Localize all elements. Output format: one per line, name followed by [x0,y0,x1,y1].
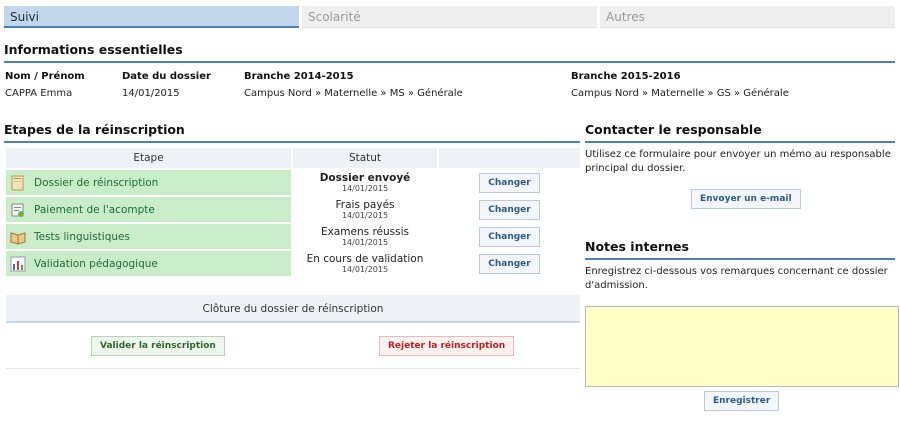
status-cell: En cours de validation 14/01/2015 [293,251,437,276]
date-label: Date du dossier [122,71,211,82]
action-cell: Changer [439,224,580,249]
step-label: Tests linguistiques [34,230,130,243]
name-label: Nom / Prénom [5,71,85,82]
notes-text-line: d'admission. [585,280,648,291]
contact-text-line: Utilisez ce formulaire pour envoyer un m… [585,149,891,160]
tab-bar: Suivi Scolarité Autres [4,6,895,28]
step-cell: Tests linguistiques [6,224,291,249]
send-email-button[interactable]: Envoyer un e-mail [691,189,801,209]
status-date: 14/01/2015 [341,237,389,247]
step-cell: Dossier de réinscription [6,170,291,195]
validate-reinscription-button[interactable]: Valider la réinscription [91,336,225,356]
notes-section-title: Notes internes [585,239,895,260]
action-cell: Changer [439,170,580,195]
column-header-status: Statut [293,148,437,168]
status-date: 14/01/2015 [341,210,389,220]
save-notes-button[interactable]: Enregistrer [704,391,780,411]
status-text: Dossier envoyé [319,171,411,184]
change-button[interactable]: Changer [479,172,540,193]
notes-textarea[interactable] [585,306,899,387]
status-date: 14/01/2015 [341,183,389,193]
contact-section-title: Contacter le responsable [585,122,895,143]
closure-title: Clôture du dossier de réinscription [6,295,580,323]
chart-icon [10,256,26,271]
change-button[interactable]: Changer [479,199,540,220]
status-cell: Dossier envoyé 14/01/2015 [293,170,437,195]
book-icon [10,231,26,245]
action-cell: Changer [439,197,580,222]
payment-icon [11,203,24,217]
step-cell: Paiement de l'acompte [6,197,291,222]
change-button[interactable]: Changer [479,253,540,274]
status-text: Frais payés [335,198,395,211]
steps-table-header: Etape Statut [6,148,580,168]
status-text: En cours de validation [306,252,424,265]
change-button[interactable]: Changer [479,226,540,247]
steps-table: Etape Statut Dossier de réinscription Do… [6,148,580,276]
step-label: Paiement de l'acompte [34,203,155,216]
folder-icon [11,175,24,190]
contact-text: Utilisez ce formulaire pour envoyer un m… [585,148,891,176]
name-value: CAPPA Emma [5,88,73,99]
column-header-step: Etape [6,148,291,168]
branch-2014-value: Campus Nord » Maternelle » MS » Générale [244,88,463,99]
tab-autres[interactable]: Autres [600,6,895,28]
date-value: 14/01/2015 [122,88,180,99]
contact-text-line: principal du dossier. [585,163,686,174]
branch-2014-label: Branche 2014-2015 [244,71,354,82]
action-cell: Changer [439,251,580,276]
reject-reinscription-button[interactable]: Rejeter la réinscription [379,336,515,356]
step-label: Dossier de réinscription [34,176,159,189]
table-row: Dossier de réinscription Dossier envoyé … [6,170,580,195]
status-text: Examens réussis [321,225,409,238]
status-cell: Examens réussis 14/01/2015 [293,224,437,249]
closure-panel: Clôture du dossier de réinscription Vali… [6,295,580,369]
branch-2015-value: Campus Nord » Maternelle » GS » Générale [571,88,789,99]
tab-scolarite[interactable]: Scolarité [302,6,597,28]
branch-2015-label: Branche 2015-2016 [571,71,681,82]
column-header-action [439,148,580,168]
status-date: 14/01/2015 [341,264,389,274]
step-cell: Validation pédagogique [6,251,291,276]
table-row: Validation pédagogique En cours de valid… [6,251,580,276]
notes-text-line: Enregistrez ci-dessous vos remarques con… [585,266,888,277]
table-row: Paiement de l'acompte Frais payés 14/01/… [6,197,580,222]
info-section-title: Informations essentielles [4,42,895,63]
status-cell: Frais payés 14/01/2015 [293,197,437,222]
notes-text: Enregistrez ci-dessous vos remarques con… [585,265,888,293]
table-row: Tests linguistiques Examens réussis 14/0… [6,224,580,249]
tab-suivi[interactable]: Suivi [4,6,299,28]
step-label: Validation pédagogique [34,257,158,270]
steps-section-title: Etapes de la réinscription [4,122,580,143]
